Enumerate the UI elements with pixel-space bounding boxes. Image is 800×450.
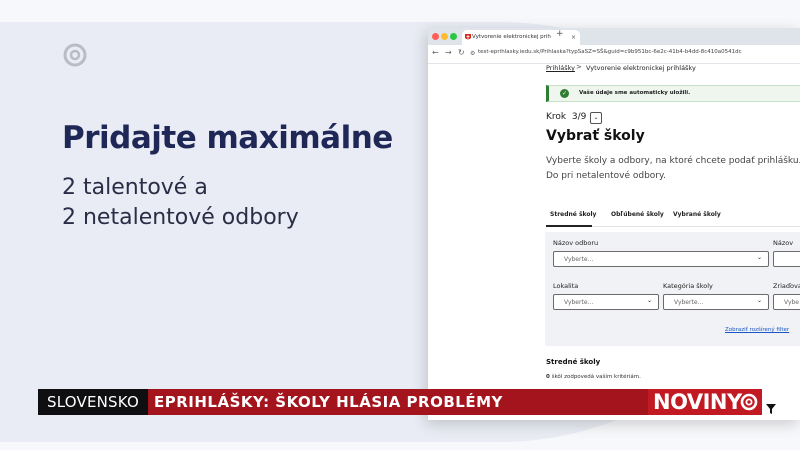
browser-tab-bar: Vytvorenie elektronickej prih × + (428, 28, 800, 45)
filter-funnel-icon (766, 404, 776, 414)
field-name-select[interactable]: Vyberte... ⌄ (553, 251, 769, 267)
breadcrumb-current: Vytvorenie elektronickej prihlášky (586, 64, 696, 72)
tab-favorite-schools[interactable]: Obľúbené školy (611, 211, 664, 218)
field-name-label: Názov odboru (553, 239, 599, 247)
school-name-label: Názov (773, 239, 794, 247)
maximize-window-dot[interactable] (450, 33, 457, 40)
channel-logo-icon (63, 43, 87, 67)
founder-select[interactable]: Vybe (773, 294, 800, 310)
active-tab-indicator (546, 225, 592, 227)
brand-logo: NOVINY (648, 389, 762, 415)
close-window-dot[interactable] (432, 33, 439, 40)
slide-headline: Pridajte maximálne (62, 120, 393, 156)
page-description: Vyberte školy a odbory, na ktoré chcete … (546, 156, 800, 181)
tab-selected-schools[interactable]: Vybrané školy (673, 211, 721, 218)
tab-title: Vytvorenie elektronickej prih (472, 34, 551, 40)
news-headline: EPRIHLÁŠKY: ŠKOLY HLÁSIA PROBLÉMY (148, 389, 648, 415)
autosave-alert-text: Vaše údaje sme automaticky uložili. (579, 90, 691, 96)
locality-select[interactable]: Vyberte... ⌄ (553, 294, 659, 310)
tab-high-schools[interactable]: Stredné školy (550, 211, 596, 218)
chevron-down-icon: ⌄ (646, 297, 652, 304)
minimize-window-dot[interactable] (441, 33, 448, 40)
founder-label: Zriaďova (773, 282, 800, 290)
site-info-icon[interactable]: ⚙ (470, 50, 475, 57)
step-indicator: Krok 3/9 (546, 112, 586, 122)
results-count: 0 škôl zodpovedá vaším kritériám. (546, 374, 641, 380)
filter-panel: Názov odboru Vyberte... ⌄ Názov Lokalita… (545, 232, 800, 346)
reload-icon[interactable]: ↻ (458, 48, 465, 57)
locality-label: Lokalita (553, 282, 579, 290)
step-expand-button[interactable]: ⌄ (590, 112, 602, 124)
field-name-placeholder: Vyberte... (564, 256, 594, 263)
tab-close-icon[interactable]: × (571, 30, 576, 45)
school-category-placeholder: Vyberte... (674, 299, 704, 306)
check-circle-icon: ✓ (560, 89, 569, 98)
news-banner: SLOVENSKO EPRIHLÁŠKY: ŠKOLY HLÁSIA PROBL… (38, 389, 762, 415)
locality-placeholder: Vyberte... (564, 299, 594, 306)
results-count-text: škôl zodpovedá vaším kritériám. (549, 374, 641, 380)
url-input[interactable]: test-eprihlasky.iedu.sk/Prihlaska?typSaS… (478, 49, 742, 55)
autosave-alert: ✓ Vaše údaje sme automaticky uložili. (546, 85, 800, 102)
slide-subline-nontalent: 2 netalentové odbory (62, 205, 299, 230)
address-bar: ← → ↻ ⚙ test-eprihlasky.iedu.sk/Prihlask… (428, 45, 800, 64)
school-category-label: Kategória školy (663, 282, 713, 290)
school-category-select[interactable]: Vyberte... ⌄ (663, 294, 769, 310)
breadcrumb-home-link[interactable]: Prihlášky (546, 64, 575, 72)
page-title: Vybrať školy (546, 128, 645, 144)
founder-placeholder: Vybe (784, 299, 799, 306)
step-value: 3/9 (571, 112, 587, 122)
results-title: Stredné školy (546, 358, 601, 366)
new-tab-button[interactable]: + (556, 29, 564, 39)
browser-window: Vytvorenie elektronickej prih × + ← → ↻ … (428, 28, 800, 420)
extended-filter-link[interactable]: Zobraziť rozšírený filter (725, 327, 789, 333)
slide-subline-talent: 2 talentové a (62, 175, 208, 200)
brand-name: NOVINY (653, 390, 742, 414)
breadcrumb-chevron-icon: > (576, 63, 582, 71)
page-content: Prihlášky > Vytvorenie elektronickej pri… (428, 63, 800, 420)
brand-swirl-icon (740, 393, 758, 411)
step-label: Krok (546, 112, 567, 122)
chevron-down-icon: ⌄ (756, 297, 762, 304)
school-name-select[interactable] (773, 251, 800, 267)
region-label: SLOVENSKO (38, 389, 148, 415)
forward-arrow-icon[interactable]: → (445, 48, 452, 57)
back-arrow-icon[interactable]: ← (432, 48, 439, 57)
slovak-emblem-icon (465, 34, 471, 40)
school-tabs: Stredné školy Obľúbené školy Vybrané ško… (546, 208, 800, 227)
chevron-down-icon: ⌄ (756, 254, 762, 261)
